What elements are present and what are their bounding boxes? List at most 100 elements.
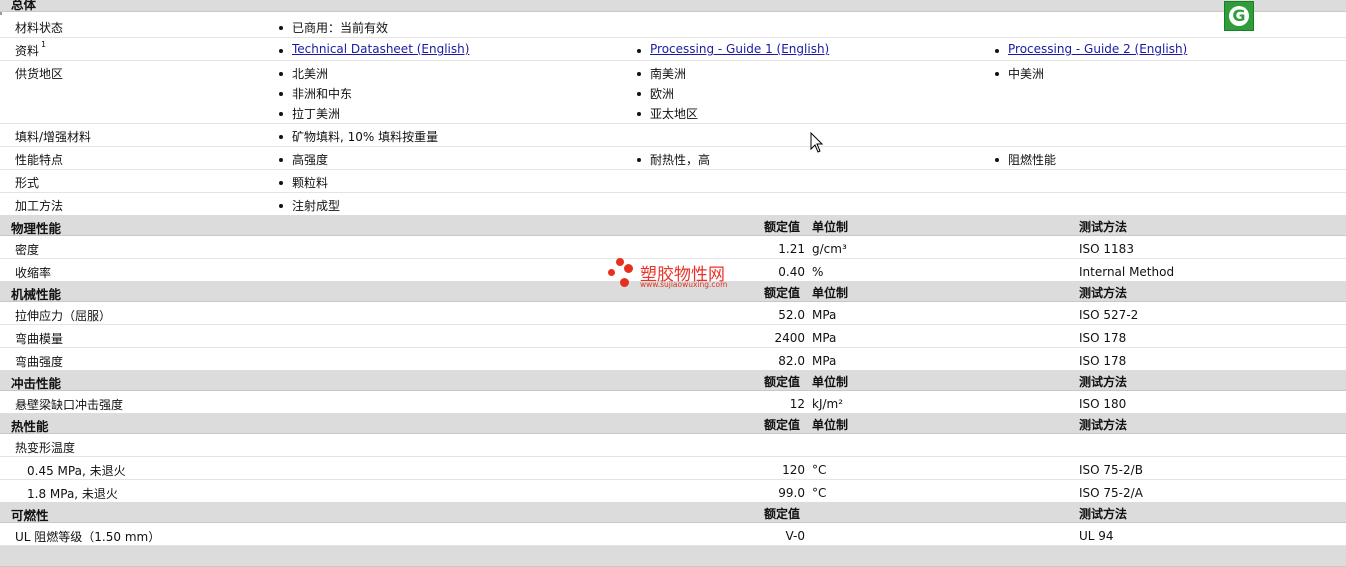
row-unit: g/cm³ [812, 242, 847, 256]
row-label: 材料状态 [15, 21, 64, 35]
list-item: 颗粒料 [278, 176, 329, 190]
row-label: UL 阻燃等级（1.50 mm） [15, 530, 161, 544]
row-label: 填料/增强材料 [15, 130, 92, 144]
list-item: 欧洲 [636, 87, 675, 101]
table-row: 弯曲模量 2400 MPa ISO 178 [0, 325, 1346, 348]
row-label: 热变形温度 [15, 441, 76, 455]
column-header-test: 测试方法 [1079, 507, 1128, 521]
list-item: 南美洲 [636, 67, 687, 81]
row-unit: MPa [812, 354, 837, 368]
row-label: 弯曲强度 [15, 355, 64, 369]
row-unit: kJ/m² [812, 397, 844, 411]
row-form: 形式 颗粒料 [0, 170, 1346, 193]
section-title: 总体 [11, 0, 37, 12]
list-item: 北美洲 [278, 67, 329, 81]
column-header-value: 额定值 [764, 286, 801, 300]
row-features: 性能特点 高强度 耐热性，高 阻燃性能 [0, 147, 1346, 170]
column-header-unit: 单位制 [812, 220, 849, 234]
column-header-value: 额定值 [764, 507, 801, 521]
table-row: 弯曲强度 82.0 MPa ISO 178 [0, 348, 1346, 371]
section-header-general: 总体 [0, 0, 1346, 12]
table-row: UL 阻燃等级（1.50 mm） V-0 UL 94 [0, 523, 1346, 546]
section-header-physical: 物理性能 额定值 单位制 测试方法 [0, 215, 1346, 236]
section-title: 热性能 [11, 419, 49, 434]
row-processing-method: 加工方法 注射成型 [0, 193, 1346, 216]
row-test-method: ISO 75-2/A [1079, 486, 1143, 500]
processing-guide-2-link[interactable]: Processing - Guide 2 (English) [1008, 42, 1187, 56]
row-unit: °C [812, 486, 827, 500]
row-value: V-0 [785, 529, 805, 543]
list-item: 矿物填料, 10% 填料按重量 [278, 130, 439, 144]
section-header-thermal: 热性能 额定值 单位制 测试方法 [0, 413, 1346, 434]
table-row: 热变形温度 [0, 434, 1346, 457]
row-label: 形式 [15, 176, 40, 190]
row-value: 0.40 [778, 265, 805, 279]
section-header-next [0, 546, 1346, 567]
section-title: 物理性能 [11, 221, 62, 236]
row-documents: 资料 1 Technical Datasheet (English) Proces… [0, 38, 1346, 61]
list-item: 阻燃性能 [994, 153, 1057, 167]
section-title: 机械性能 [11, 287, 62, 302]
row-unit: MPa [812, 308, 837, 322]
row-label: 密度 [15, 243, 40, 257]
column-header-test: 测试方法 [1079, 418, 1128, 432]
row-test-method: ISO 75-2/B [1079, 463, 1143, 477]
site-watermark: 塑胶物性网 www.sujiaowuxing.com [608, 258, 748, 292]
column-header-value: 额定值 [764, 418, 801, 432]
section-header-flammability: 可燃性 额定值 测试方法 [0, 502, 1346, 523]
row-label: 加工方法 [15, 199, 64, 213]
row-test-method: ISO 178 [1079, 354, 1127, 368]
list-item: Processing - Guide 1 (English) [636, 42, 829, 56]
row-value: 99.0 [778, 486, 805, 500]
row-test-method: UL 94 [1079, 529, 1114, 543]
row-label: 供货地区 [15, 67, 64, 81]
row-test-method: ISO 1183 [1079, 242, 1134, 256]
watermark-url: www.sujiaowuxing.com [640, 280, 728, 289]
row-label: 悬壁梁缺口冲击强度 [15, 398, 124, 412]
row-unit: °C [812, 463, 827, 477]
list-item: 已商用：当前有效 [278, 21, 389, 35]
row-label: 1.8 MPa, 未退火 [27, 487, 118, 501]
list-item: Processing - Guide 2 (English) [994, 42, 1187, 56]
section-title: 冲击性能 [11, 376, 62, 391]
row-label: 性能特点 [15, 153, 64, 167]
row-label: 0.45 MPa, 未退火 [27, 464, 126, 478]
row-label: 资料 1 [15, 40, 47, 58]
table-row: 密度 1.21 g/cm³ ISO 1183 [0, 236, 1346, 259]
list-item: 中美洲 [994, 67, 1045, 81]
row-filler: 填料/增强材料 矿物填料, 10% 填料按重量 [0, 124, 1346, 147]
grammarly-g-icon[interactable]: G [1224, 1, 1254, 31]
row-value: 2400 [774, 331, 805, 345]
row-unit: % [812, 265, 824, 279]
column-header-test: 测试方法 [1079, 286, 1128, 300]
technical-datasheet-link[interactable]: Technical Datasheet (English) [292, 42, 469, 56]
table-row: 1.8 MPa, 未退火 99.0 °C ISO 75-2/A [0, 480, 1346, 503]
row-test-method: ISO 178 [1079, 331, 1127, 345]
list-item: 耐热性，高 [636, 153, 711, 167]
list-item: 注射成型 [278, 199, 341, 213]
table-row: 悬壁梁缺口冲击强度 12 kJ/m² ISO 180 [0, 391, 1346, 414]
row-label: 收缩率 [15, 266, 52, 280]
table-row: 拉伸应力（屈服） 52.0 MPa ISO 527-2 [0, 302, 1346, 325]
list-item: Technical Datasheet (English) [278, 42, 469, 56]
watermark-dot [620, 278, 629, 287]
column-header-unit: 单位制 [812, 286, 849, 300]
column-header-value: 额定值 [764, 375, 801, 389]
list-item: 高强度 [278, 153, 329, 167]
column-header-unit: 单位制 [812, 375, 849, 389]
list-item: 拉丁美洲 [278, 107, 341, 121]
column-header-test: 测试方法 [1079, 375, 1128, 389]
row-material-status: 材料状态 已商用：当前有效 [0, 15, 1346, 38]
watermark-dot [616, 258, 624, 266]
row-value: 82.0 [778, 354, 805, 368]
row-test-method: ISO 180 [1079, 397, 1127, 411]
section-header-impact: 冲击性能 额定值 单位制 测试方法 [0, 370, 1346, 391]
row-value: 1.21 [778, 242, 805, 256]
row-label: 弯曲模量 [15, 332, 64, 346]
processing-guide-1-link[interactable]: Processing - Guide 1 (English) [650, 42, 829, 56]
watermark-dot [624, 264, 633, 273]
table-row: 0.45 MPa, 未退火 120 °C ISO 75-2/B [0, 457, 1346, 480]
column-header-test: 测试方法 [1079, 220, 1128, 234]
list-item: 非洲和中东 [278, 87, 353, 101]
row-value: 12 [789, 397, 805, 411]
